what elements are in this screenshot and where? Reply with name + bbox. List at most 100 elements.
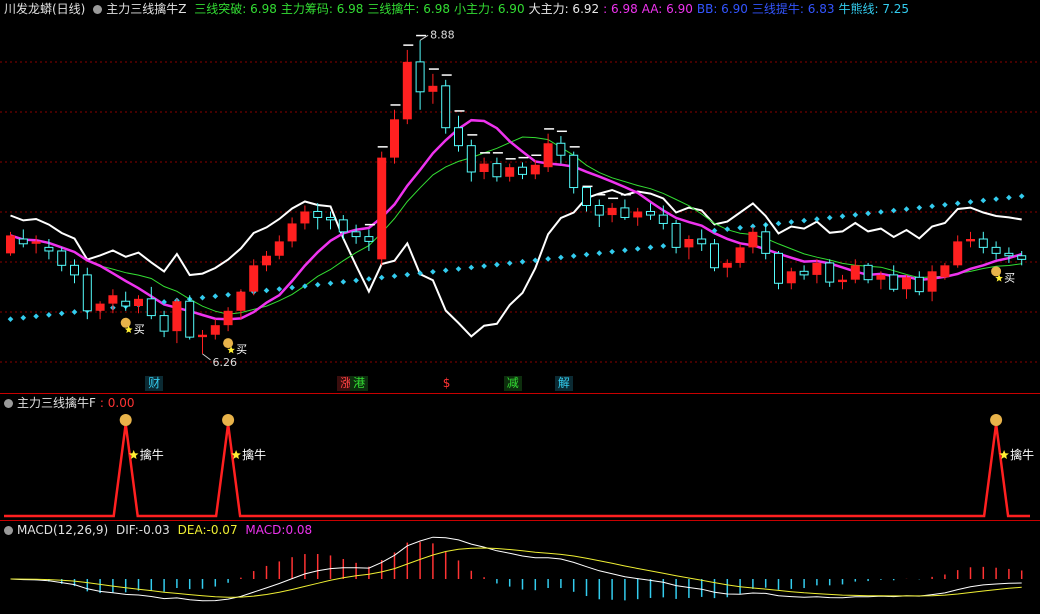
support-dot xyxy=(7,316,14,323)
support-dot xyxy=(391,273,398,279)
support-dot xyxy=(225,291,231,298)
candle-body-up xyxy=(505,167,515,177)
candle-body-up xyxy=(95,303,105,311)
signal-chart[interactable]: 擒牛 擒牛 擒牛 xyxy=(0,394,1040,520)
candle-body-down xyxy=(582,187,591,206)
candle-body-up xyxy=(236,291,246,311)
candle-body-up xyxy=(966,239,975,242)
buy-signal-label: 买 xyxy=(236,343,247,356)
candle-body-up xyxy=(402,61,412,120)
support-dot xyxy=(58,310,65,317)
candle-body-down xyxy=(121,300,131,307)
main-chart-pane[interactable]: 川发龙蟒(日线) 主力三线擒牛Z 三线突破: 6.98 主力筹码: 6.98 三线擒… xyxy=(0,0,1040,393)
money-bag-icon xyxy=(222,414,235,426)
candle-body-down xyxy=(556,142,566,156)
low-pointer xyxy=(202,353,211,361)
support-dot xyxy=(570,253,577,259)
candle-body-up xyxy=(953,241,963,266)
support-dot xyxy=(20,314,27,321)
buy-signal-label: 买 xyxy=(1004,271,1015,284)
candle-body-up xyxy=(902,277,911,290)
macd-pane[interactable]: MACD(12,26,9) DIF:-0.03 DEA:-0.07 MACD:0… xyxy=(0,521,1040,614)
magenta-ma-line xyxy=(10,118,1023,321)
candle-body-down xyxy=(454,127,463,147)
candle-body-up xyxy=(684,239,694,248)
qinniu-signal-label: 擒牛 xyxy=(242,447,266,462)
candle-body-down xyxy=(658,214,668,224)
candle-body-up xyxy=(6,235,15,254)
candle-body-up xyxy=(108,295,118,304)
candle-body-down xyxy=(697,238,707,245)
day-marker[interactable]: $ xyxy=(439,376,454,391)
candle-body-down xyxy=(863,264,873,281)
candle-body-up xyxy=(530,164,540,175)
candle-body-down xyxy=(620,207,630,218)
day-marker[interactable]: 财 xyxy=(145,376,164,391)
day-marker[interactable]: 港 xyxy=(350,376,369,391)
support-dot xyxy=(506,260,513,267)
support-dot xyxy=(737,224,743,231)
candle-body-down xyxy=(18,238,28,245)
buy-signal-label: 买 xyxy=(134,323,145,336)
candle-body-down xyxy=(569,154,579,189)
candle-body-down xyxy=(159,315,169,332)
candle-body-up xyxy=(134,298,143,307)
support-dot xyxy=(993,196,999,202)
support-dot xyxy=(929,203,935,210)
support-dot xyxy=(199,294,206,301)
support-dot xyxy=(558,254,564,261)
candle-body-up xyxy=(850,265,860,280)
candle-body-up xyxy=(876,274,886,280)
money-bag-icon xyxy=(223,338,234,349)
candle-body-up xyxy=(735,247,745,263)
candle-body-down xyxy=(671,222,681,248)
support-dot xyxy=(276,286,283,292)
candle-body-up xyxy=(633,211,643,218)
support-dot xyxy=(865,210,871,217)
support-dot xyxy=(634,245,641,252)
candle-body-up xyxy=(748,231,758,248)
candle-body-up xyxy=(607,207,617,216)
candle-body-down xyxy=(978,238,988,248)
dif-line xyxy=(10,536,1022,602)
candle-body-down xyxy=(364,236,374,242)
candle-body-up xyxy=(287,223,297,242)
qinniu-signal-label: 擒牛 xyxy=(140,447,164,462)
qinniu-signal-label: 擒牛 xyxy=(1010,447,1034,462)
candle-body-down xyxy=(57,250,67,266)
green-ma-line xyxy=(10,136,1022,315)
candlestick-chart[interactable]: 8.886.26买买买 xyxy=(0,0,1040,393)
money-bag-icon xyxy=(991,266,1002,277)
support-dot xyxy=(609,248,615,255)
signal-pane[interactable]: 主力三线擒牛F: 0.00 擒牛 擒牛 擒牛 xyxy=(0,394,1040,520)
support-dot xyxy=(46,312,52,318)
candle-body-up xyxy=(722,262,732,268)
candle-body-up xyxy=(838,279,847,283)
day-marker[interactable]: 解 xyxy=(554,376,573,391)
support-dot xyxy=(1018,193,1025,199)
candle-body-up xyxy=(428,85,438,92)
support-dot xyxy=(942,201,948,208)
candle-body-down xyxy=(594,204,604,216)
high-price-label: 8.88 xyxy=(430,28,455,41)
macd-chart[interactable] xyxy=(0,521,1040,614)
support-dot xyxy=(519,258,526,265)
candle-body-up xyxy=(31,241,41,244)
support-dot xyxy=(366,276,372,282)
support-dot xyxy=(814,216,820,222)
support-dot xyxy=(327,280,334,287)
support-dot xyxy=(289,284,295,291)
support-dot xyxy=(33,313,39,320)
support-dot xyxy=(442,267,449,274)
support-dot xyxy=(954,200,961,207)
candle-body-down xyxy=(1017,255,1027,260)
qinniu-signal-line xyxy=(4,423,1030,518)
candle-body-down xyxy=(351,231,361,238)
support-dot xyxy=(596,250,603,256)
support-dot xyxy=(839,213,846,220)
day-marker[interactable]: 减 xyxy=(503,376,522,391)
support-dot xyxy=(622,247,628,254)
candle-body-up xyxy=(249,265,259,292)
candle-body-down xyxy=(441,85,451,129)
support-dot xyxy=(852,211,859,218)
